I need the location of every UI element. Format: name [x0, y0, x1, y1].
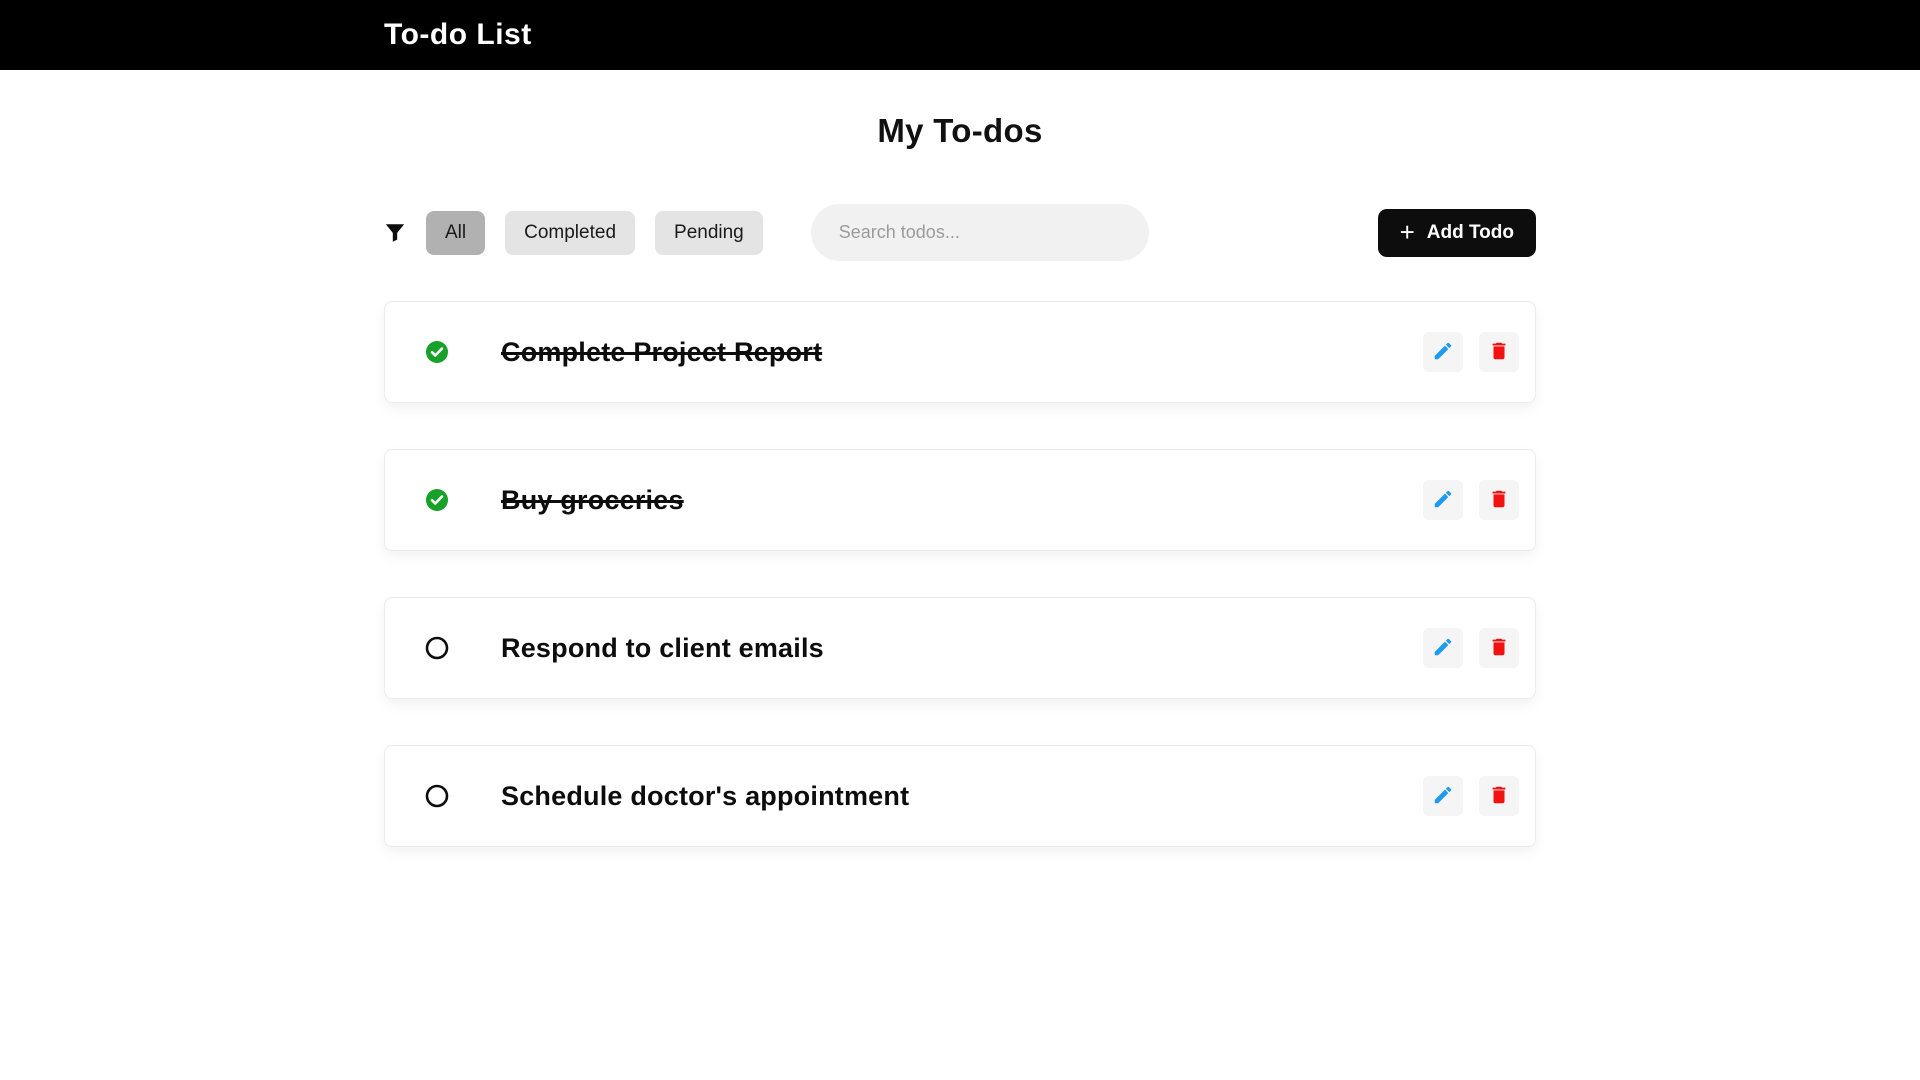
- filter-button-completed[interactable]: Completed: [505, 210, 636, 255]
- empty-circle-icon: [425, 636, 449, 660]
- todo-actions: [1423, 776, 1519, 816]
- edit-todo-button[interactable]: [1423, 776, 1463, 816]
- trash-icon: [1488, 340, 1510, 365]
- app-header: To-do List: [0, 0, 1920, 70]
- edit-todo-button[interactable]: [1423, 628, 1463, 668]
- main-content: My To-dos All Completed Pending + Add To…: [384, 112, 1536, 847]
- todo-item: Buy groceries: [384, 449, 1536, 551]
- todo-checkbox[interactable]: [425, 488, 449, 512]
- check-circle-icon: [425, 340, 449, 364]
- pencil-icon: [1432, 340, 1454, 365]
- pencil-icon: [1432, 784, 1454, 809]
- delete-todo-button[interactable]: [1479, 480, 1519, 520]
- trash-icon: [1488, 784, 1510, 809]
- todo-title: Buy groceries: [501, 484, 684, 515]
- toolbar: All Completed Pending + Add Todo: [384, 204, 1536, 261]
- search-input[interactable]: [810, 204, 1149, 261]
- add-todo-button[interactable]: + Add Todo: [1377, 208, 1536, 257]
- todo-item: Schedule doctor's appointment: [384, 745, 1536, 847]
- todo-title: Respond to client emails: [501, 632, 824, 663]
- todo-item: Complete Project Report: [384, 301, 1536, 403]
- pencil-icon: [1432, 488, 1454, 513]
- delete-todo-button[interactable]: [1479, 628, 1519, 668]
- todo-checkbox[interactable]: [425, 784, 449, 808]
- add-todo-label: Add Todo: [1426, 221, 1514, 243]
- empty-circle-icon: [425, 784, 449, 808]
- page-title: My To-dos: [877, 112, 1043, 149]
- app-title: To-do List: [384, 18, 532, 51]
- todo-checkbox[interactable]: [425, 340, 449, 364]
- check-circle-icon: [425, 488, 449, 512]
- trash-icon: [1488, 636, 1510, 661]
- todo-item: Respond to client emails: [384, 597, 1536, 699]
- pencil-icon: [1432, 636, 1454, 661]
- edit-todo-button[interactable]: [1423, 480, 1463, 520]
- todo-checkbox[interactable]: [425, 636, 449, 660]
- plus-icon: +: [1399, 216, 1415, 247]
- todo-actions: [1423, 480, 1519, 520]
- edit-todo-button[interactable]: [1423, 332, 1463, 372]
- filter-button-all[interactable]: All: [426, 210, 486, 255]
- todo-actions: [1423, 628, 1519, 668]
- trash-icon: [1488, 488, 1510, 513]
- todo-actions: [1423, 332, 1519, 372]
- todo-title: Schedule doctor's appointment: [501, 780, 910, 811]
- filter-button-pending[interactable]: Pending: [655, 210, 763, 255]
- todo-list: Complete Project Report Buy groceries Re…: [384, 301, 1536, 847]
- filter-funnel-icon: [384, 222, 406, 244]
- todo-title: Complete Project Report: [501, 336, 823, 367]
- delete-todo-button[interactable]: [1479, 332, 1519, 372]
- delete-todo-button[interactable]: [1479, 776, 1519, 816]
